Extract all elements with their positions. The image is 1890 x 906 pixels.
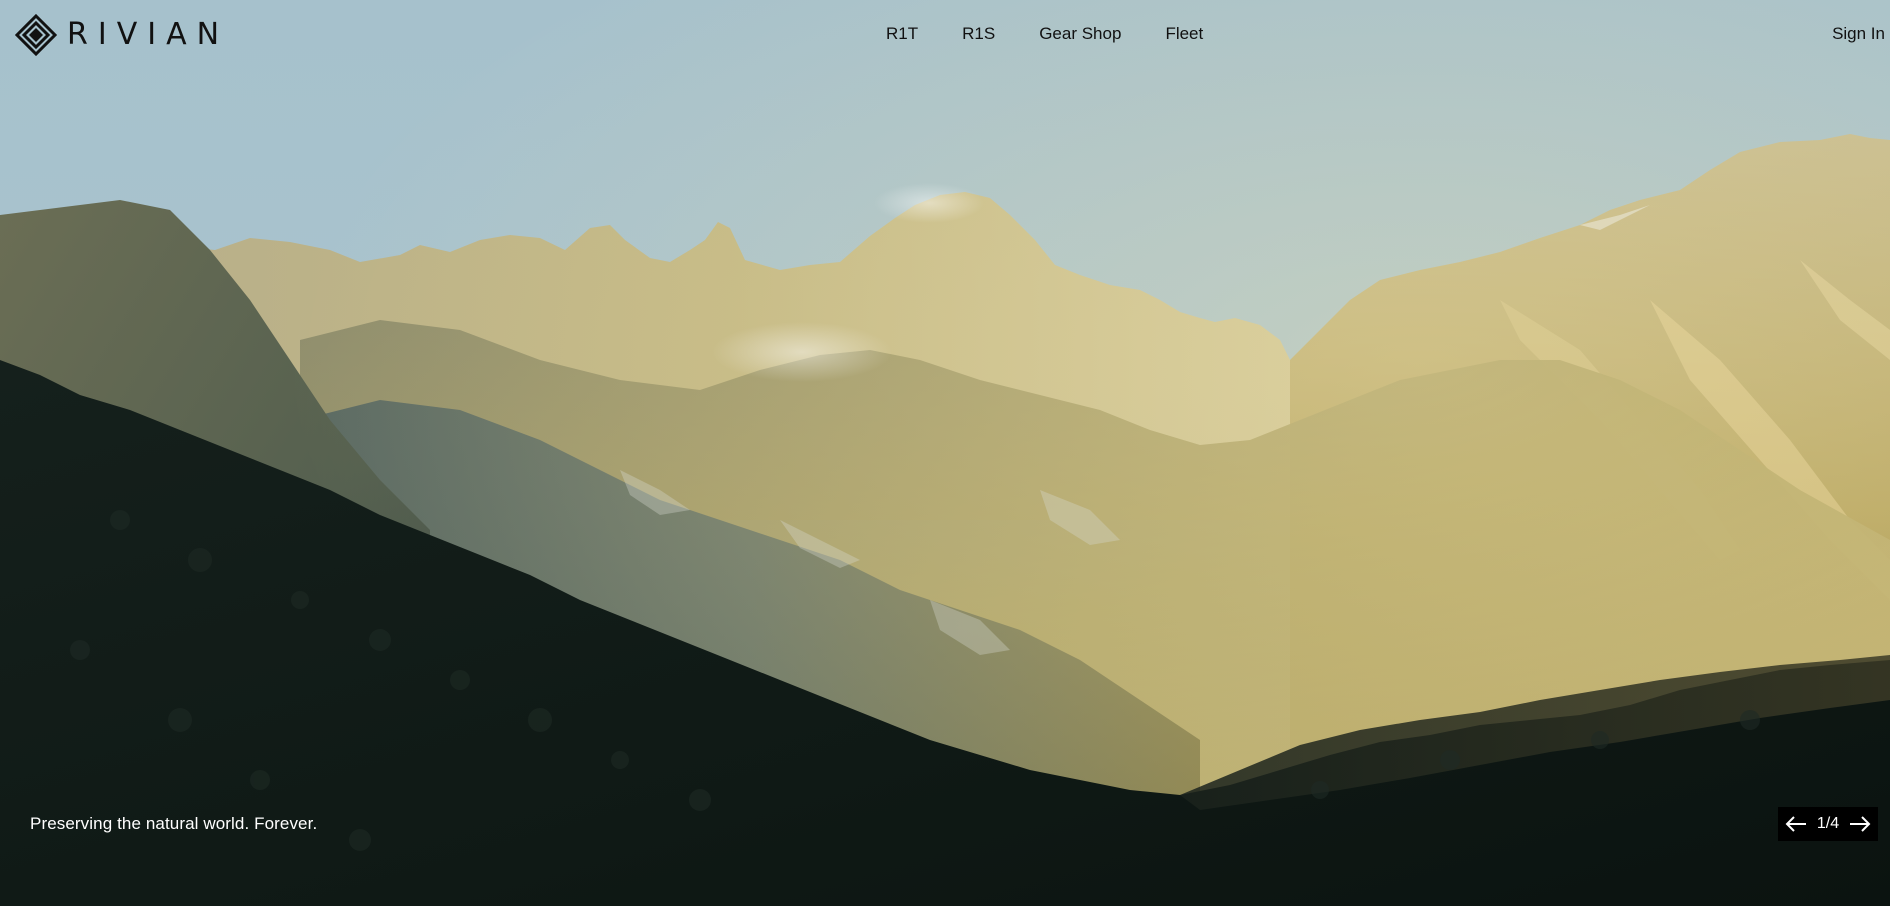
nav-item-fleet[interactable]: Fleet [1165, 24, 1203, 44]
page: RIVIAN R1T R1S Gear Shop Fleet Sign In P… [0, 0, 1890, 906]
brand-logo[interactable]: RIVIAN [15, 14, 229, 56]
previous-slide-button[interactable] [1784, 812, 1808, 836]
site-header: RIVIAN R1T R1S Gear Shop Fleet Sign In [0, 0, 1890, 70]
hero-caption: Preserving the natural world. Forever. [30, 814, 318, 833]
nav-item-gear-shop[interactable]: Gear Shop [1039, 24, 1121, 44]
nav-item-r1s[interactable]: R1S [962, 24, 995, 44]
arrow-right-icon [1850, 816, 1871, 832]
sign-in-link[interactable]: Sign In [1832, 24, 1885, 44]
hero-image [0, 0, 1890, 906]
slide-counter: 1/4 [1816, 815, 1840, 832]
rivian-compass-icon [15, 14, 57, 56]
next-slide-button[interactable] [1848, 812, 1872, 836]
slide-control: 1/4 [1778, 807, 1878, 841]
nav-item-r1t[interactable]: R1T [886, 24, 918, 44]
main-nav: R1T R1S Gear Shop Fleet [886, 24, 1203, 44]
arrow-left-icon [1785, 816, 1806, 832]
brand-wordmark: RIVIAN [67, 17, 230, 52]
